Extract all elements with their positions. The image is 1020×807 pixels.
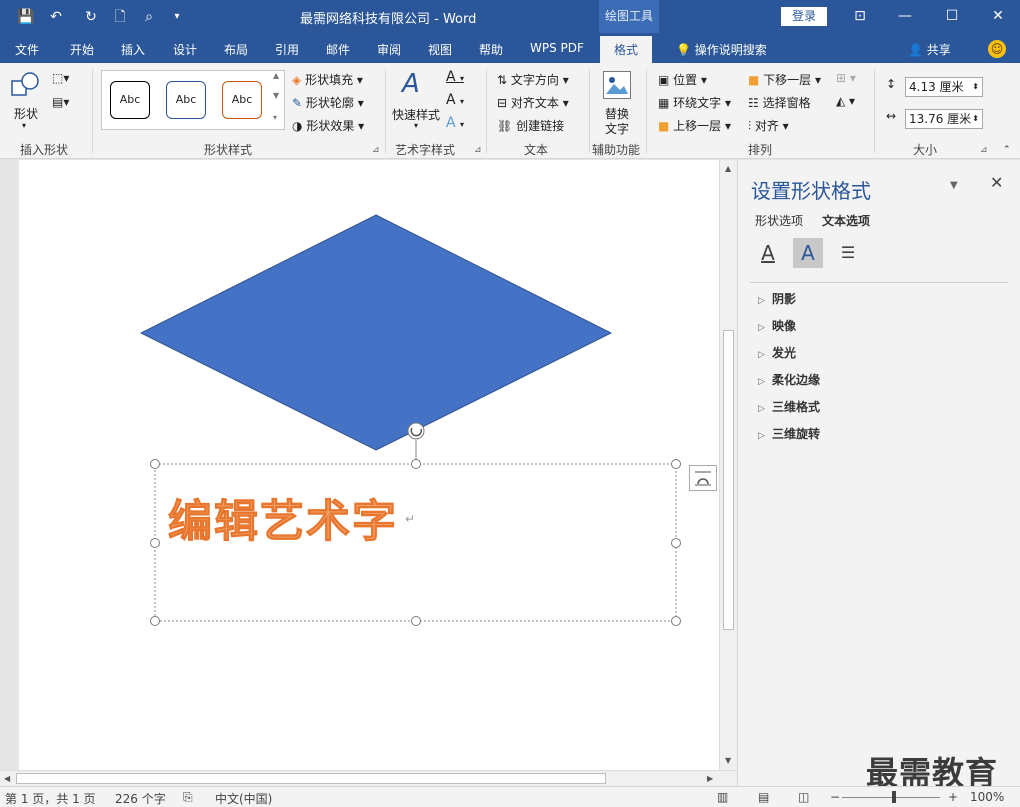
resize-handle[interactable] xyxy=(411,616,421,626)
section-3d-format[interactable]: ▷ 三维格式 xyxy=(758,398,820,415)
scroll-right-icon[interactable]: ▶ xyxy=(707,774,713,783)
minimize-icon[interactable]: — xyxy=(895,6,915,26)
section-shadow[interactable]: ▷ 阴影 xyxy=(758,290,796,307)
page-count[interactable]: 第 1 页，共 1 页 xyxy=(5,790,96,807)
zoom-level[interactable]: 100% xyxy=(970,790,1004,804)
group-separator xyxy=(874,69,875,153)
zoom-out-icon[interactable]: − xyxy=(830,790,840,804)
width-value: 13.76 厘米 xyxy=(909,112,972,126)
send-backward-button[interactable]: ■ 下移一层 ▾ xyxy=(748,71,821,88)
selection-pane-label: 选择窗格 xyxy=(762,96,811,110)
expand-icon: ▷ xyxy=(758,296,765,306)
print-layout-icon[interactable]: ▤ xyxy=(758,790,769,804)
horizontal-scroll-thumb[interactable] xyxy=(16,773,606,784)
section-label: 映像 xyxy=(772,319,797,333)
vertical-scrollbar[interactable]: ▲ ▼ xyxy=(719,160,737,770)
textbox-layout-icon[interactable]: ☰ xyxy=(833,238,863,268)
send-backward-icon: ■ xyxy=(748,73,760,87)
scroll-up-icon[interactable]: ▲ xyxy=(725,164,731,173)
resize-handle[interactable] xyxy=(411,459,421,469)
zoom-in-icon[interactable]: + xyxy=(948,790,958,804)
height-value: 4.13 厘米 xyxy=(909,80,964,94)
tab-text-options[interactable]: 文本选项 xyxy=(822,212,870,229)
width-icon: ↔ xyxy=(886,109,897,123)
text-effects-icon[interactable]: A xyxy=(793,238,823,268)
horizontal-scrollbar[interactable]: ◀ ▶ xyxy=(0,770,737,786)
pane-divider xyxy=(750,282,1008,283)
format-shape-pane: 设置形状格式 ▼ ✕ 形状选项 文本选项 A A ☰ ▷ 阴影 ▷ 映像 ▷ 发光 ▷… xyxy=(737,160,1020,786)
canvas-overlay xyxy=(139,214,681,626)
zoom-slider[interactable] xyxy=(842,797,940,798)
layout-options-icon[interactable] xyxy=(689,465,717,491)
share-button[interactable]: 👤 共享 xyxy=(908,41,951,58)
expand-icon: ▷ xyxy=(758,431,765,441)
width-input[interactable]: 13.76 厘米 ⬍ xyxy=(905,109,983,129)
close-icon[interactable]: ✕ xyxy=(988,6,1008,26)
dialog-launcher-icon[interactable]: ⊿ xyxy=(980,145,988,155)
collapse-ribbon-icon[interactable]: ⌃ xyxy=(1003,145,1011,155)
pane-title: 设置形状格式 xyxy=(751,179,871,203)
scroll-left-icon[interactable]: ◀ xyxy=(4,774,10,783)
word-count[interactable]: 226 个字 xyxy=(115,790,166,807)
align-button[interactable]: ⫶ 对齐 ▾ xyxy=(748,117,789,134)
status-bar: 第 1 页，共 1 页 226 个字 ⎘ 中文(中国) ▥ ▤ ◫ − + 10… xyxy=(0,786,1020,807)
align-icon: ⫶ xyxy=(748,119,752,133)
group-objects-icon[interactable]: ⊞ ▾ xyxy=(836,71,856,85)
resize-handle[interactable] xyxy=(150,616,160,626)
maximize-icon[interactable]: ☐ xyxy=(942,6,962,26)
section-label: 发光 xyxy=(772,346,797,360)
web-layout-icon[interactable]: ◫ xyxy=(798,790,809,804)
rotate-icon[interactable]: ◭ ▾ xyxy=(836,94,855,108)
language[interactable]: 中文(中国) xyxy=(215,790,272,807)
resize-handle[interactable] xyxy=(671,616,681,626)
paragraph-mark: ↵ xyxy=(405,512,416,526)
send-backward-label: 下移一层 xyxy=(763,73,812,87)
resize-handle[interactable] xyxy=(671,459,681,469)
section-label: 柔化边缘 xyxy=(772,373,821,387)
resize-handle[interactable] xyxy=(671,538,681,548)
expand-icon: ▷ xyxy=(758,350,765,360)
expand-icon: ▷ xyxy=(758,404,765,414)
login-button[interactable]: 登录 xyxy=(781,7,827,26)
text-fill-outline-icon[interactable]: A xyxy=(753,238,783,268)
size-group-label: 大小 xyxy=(913,143,938,157)
height-input[interactable]: 4.13 厘米 ⬍ xyxy=(905,77,983,97)
section-glow[interactable]: ▷ 发光 xyxy=(758,344,796,361)
selection-pane-icon: ☷ xyxy=(748,96,759,110)
proofing-icon[interactable]: ⎘ xyxy=(183,790,193,805)
diamond-shape[interactable] xyxy=(139,214,613,451)
pane-options-icon[interactable]: ▼ xyxy=(950,180,958,191)
tab-shape-options[interactable]: 形状选项 xyxy=(755,212,803,229)
resize-handle[interactable] xyxy=(150,538,160,548)
resize-handle[interactable] xyxy=(150,459,160,469)
section-label: 三维格式 xyxy=(772,400,821,414)
wordart-text[interactable]: 编辑艺术字 xyxy=(168,485,398,549)
expand-icon: ▷ xyxy=(758,323,765,333)
pane-close-icon[interactable]: ✕ xyxy=(990,173,1003,192)
section-soft-edges[interactable]: ▷ 柔化边缘 xyxy=(758,371,820,388)
selection-pane-button[interactable]: ☷ 选择窗格 xyxy=(748,94,811,111)
feedback-smiley-icon[interactable]: ☺ xyxy=(988,40,1006,58)
person-icon: 👤 xyxy=(908,43,927,57)
section-label: 阴影 xyxy=(772,292,797,306)
arrange-group-label: 排列 xyxy=(748,143,773,157)
share-label: 共享 xyxy=(926,43,951,57)
height-icon: ↕ xyxy=(886,77,897,91)
zoom-slider-thumb[interactable] xyxy=(892,791,896,803)
align-label: 对齐 xyxy=(754,119,779,133)
section-reflection[interactable]: ▷ 映像 xyxy=(758,317,796,334)
read-mode-icon[interactable]: ▥ xyxy=(717,790,728,804)
vertical-scroll-thumb[interactable] xyxy=(723,330,734,630)
ribbon-display-options-icon[interactable]: ⊡ xyxy=(850,6,870,26)
section-label: 三维旋转 xyxy=(772,427,821,441)
scroll-down-icon[interactable]: ▼ xyxy=(725,756,731,765)
spin-icon[interactable]: ⬍ xyxy=(972,110,979,128)
section-3d-rotation[interactable]: ▷ 三维旋转 xyxy=(758,425,820,442)
expand-icon: ▷ xyxy=(758,377,765,387)
spin-icon[interactable]: ⬍ xyxy=(972,78,979,96)
